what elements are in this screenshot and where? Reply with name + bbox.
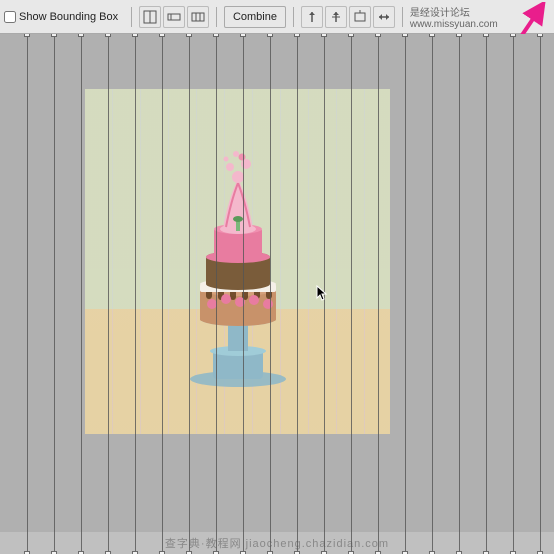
divider-4 [402,7,403,27]
vline-10 [270,34,271,554]
handle-top-15 [402,34,408,37]
toolbar: Show Bounding Box Combine [0,0,554,34]
slice-tools-group [139,6,209,28]
handle-top-20 [537,34,543,37]
align-icon-4 [377,10,391,24]
align-btn-3[interactable] [349,6,371,28]
divider-3 [293,7,294,27]
cursor-icon [315,284,331,300]
vline-18 [486,34,487,554]
handle-top-9 [240,34,246,37]
vline-17 [459,34,460,554]
handle-top-12 [321,34,327,37]
slice-tool-btn-2[interactable] [163,6,185,28]
handle-top-5 [132,34,138,37]
align-icon-2 [329,10,343,24]
vline-7 [189,34,190,554]
divider-2 [216,7,217,27]
vline-3 [81,34,82,554]
handle-top-2 [51,34,57,37]
align-icon-1 [305,10,319,24]
vline-4 [108,34,109,554]
show-bounding-box-label: Show Bounding Box [19,11,118,23]
align-tools-group [301,6,395,28]
slice-icon-1 [143,10,157,24]
handle-top-3 [78,34,84,37]
slice-lines-container [0,34,554,554]
handle-top-4 [105,34,111,37]
slice-icon-3 [191,10,205,24]
combine-button[interactable]: Combine [224,6,286,28]
handle-top-19 [510,34,516,37]
vline-5 [135,34,136,554]
handle-top-1 [24,34,30,37]
vline-20 [540,34,541,554]
align-btn-4[interactable] [373,6,395,28]
vline-11 [297,34,298,554]
align-btn-1[interactable] [301,6,323,28]
canvas-area: 查字典·教程网 jiaocheng.chazidian.com [0,34,554,554]
vline-15 [405,34,406,554]
handle-top-18 [483,34,489,37]
vline-14 [378,34,379,554]
show-bounding-box-checkbox[interactable] [4,11,16,23]
align-btn-2[interactable] [325,6,347,28]
handle-top-17 [456,34,462,37]
vline-13 [351,34,352,554]
handle-top-14 [375,34,381,37]
show-bounding-box-group: Show Bounding Box [4,11,124,23]
vline-1 [27,34,28,554]
vline-16 [432,34,433,554]
handle-top-8 [213,34,219,37]
vline-19 [513,34,514,554]
slice-tool-btn-1[interactable] [139,6,161,28]
slice-tool-btn-3[interactable] [187,6,209,28]
vline-9 [243,34,244,554]
handle-top-13 [348,34,354,37]
vline-6 [162,34,163,554]
handle-top-6 [159,34,165,37]
handle-top-7 [186,34,192,37]
handle-top-16 [429,34,435,37]
slice-icon-2 [167,10,181,24]
handle-top-10 [267,34,273,37]
handle-top-11 [294,34,300,37]
vline-8 [216,34,217,554]
align-icon-3 [353,10,367,24]
vline-2 [54,34,55,554]
divider-1 [131,7,132,27]
